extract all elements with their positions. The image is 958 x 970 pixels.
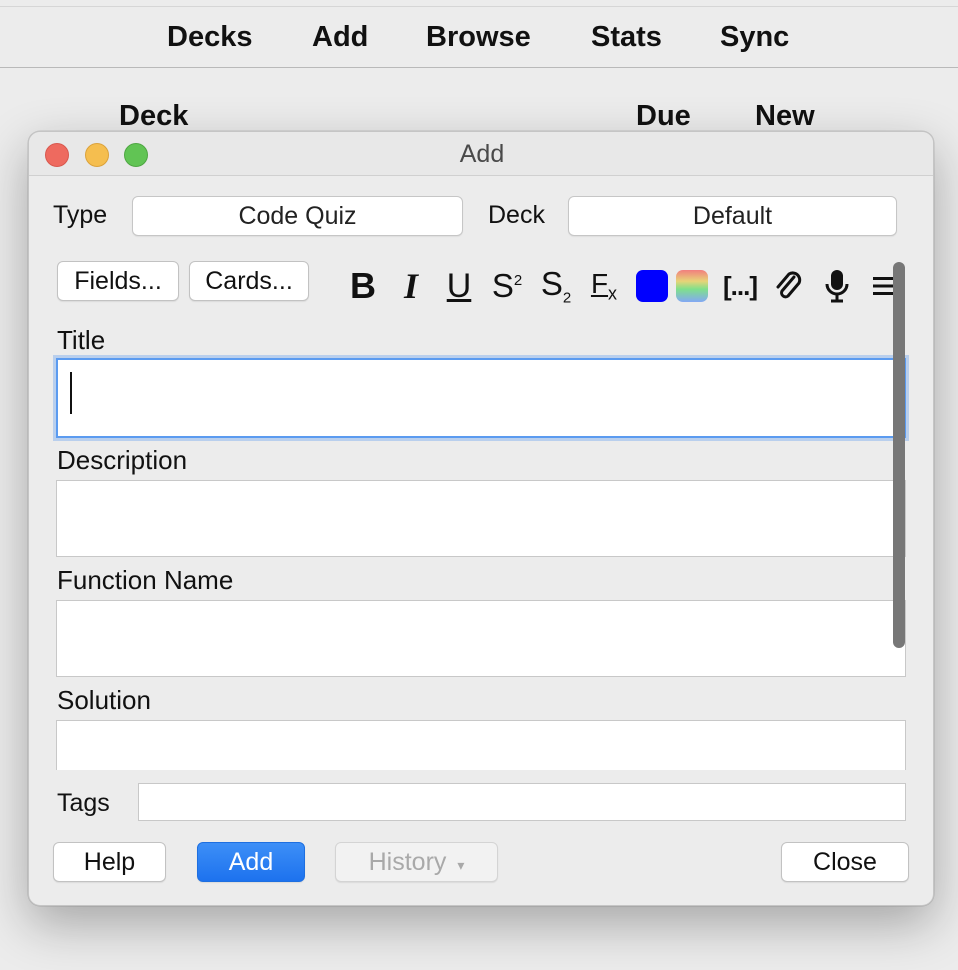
nav-add[interactable]: Add (312, 21, 368, 54)
cloze-icon[interactable]: [...] (720, 262, 760, 310)
nav-sync[interactable]: Sync (720, 21, 789, 54)
note-type-selector[interactable]: Code Quiz (132, 196, 463, 236)
field-label-title: Title (57, 325, 106, 355)
main-toolbar: Decks Add Browse Stats Sync (0, 7, 958, 68)
column-header-deck: Deck (119, 100, 189, 132)
type-label: Type (53, 201, 108, 229)
record-audio-icon[interactable] (817, 262, 857, 310)
fields-button[interactable]: Fields... (57, 261, 179, 301)
chevron-down-icon: ▾ (457, 857, 465, 873)
text-caret (70, 372, 72, 414)
paperclip-icon (776, 271, 802, 299)
main-window-topbar (0, 0, 958, 7)
dialog-titlebar: Add (29, 132, 933, 176)
clear-format-icon[interactable]: Fx (584, 262, 624, 310)
microphone-icon (825, 270, 849, 303)
field-label-function-name: Function Name (57, 565, 234, 595)
superscript-icon[interactable]: S2 (487, 262, 527, 310)
tags-label: Tags (57, 789, 110, 817)
help-button[interactable]: Help (53, 842, 166, 882)
column-header-new: New (755, 100, 815, 132)
field-title-input[interactable] (56, 358, 906, 438)
nav-browse[interactable]: Browse (426, 21, 531, 54)
bold-icon[interactable]: B (343, 262, 383, 310)
deck-label: Deck (488, 201, 545, 229)
cards-button[interactable]: Cards... (189, 261, 309, 301)
editor-scrollbar[interactable] (893, 262, 905, 648)
field-function-name-input[interactable] (56, 600, 906, 677)
italic-icon[interactable]: I (391, 262, 431, 310)
subscript-icon[interactable]: S2 (536, 262, 576, 310)
nav-decks[interactable]: Decks (167, 21, 252, 54)
underline-icon[interactable]: U (439, 262, 479, 310)
history-button[interactable]: History ▾ (335, 842, 498, 882)
column-header-due: Due (636, 100, 691, 132)
add-button[interactable]: Add (197, 842, 305, 882)
field-description-input[interactable] (56, 480, 906, 557)
highlight-color-icon[interactable] (672, 262, 712, 310)
dialog-title: Add (459, 140, 505, 168)
deck-selector[interactable]: Default (568, 196, 897, 236)
field-solution-input[interactable] (56, 720, 906, 770)
text-color-icon[interactable] (632, 262, 672, 310)
field-label-description: Description (57, 445, 188, 475)
field-label-solution: Solution (57, 685, 151, 715)
attach-icon[interactable] (768, 262, 808, 310)
tags-input[interactable] (138, 783, 906, 821)
nav-stats[interactable]: Stats (591, 21, 662, 54)
close-button[interactable]: Close (781, 842, 909, 882)
